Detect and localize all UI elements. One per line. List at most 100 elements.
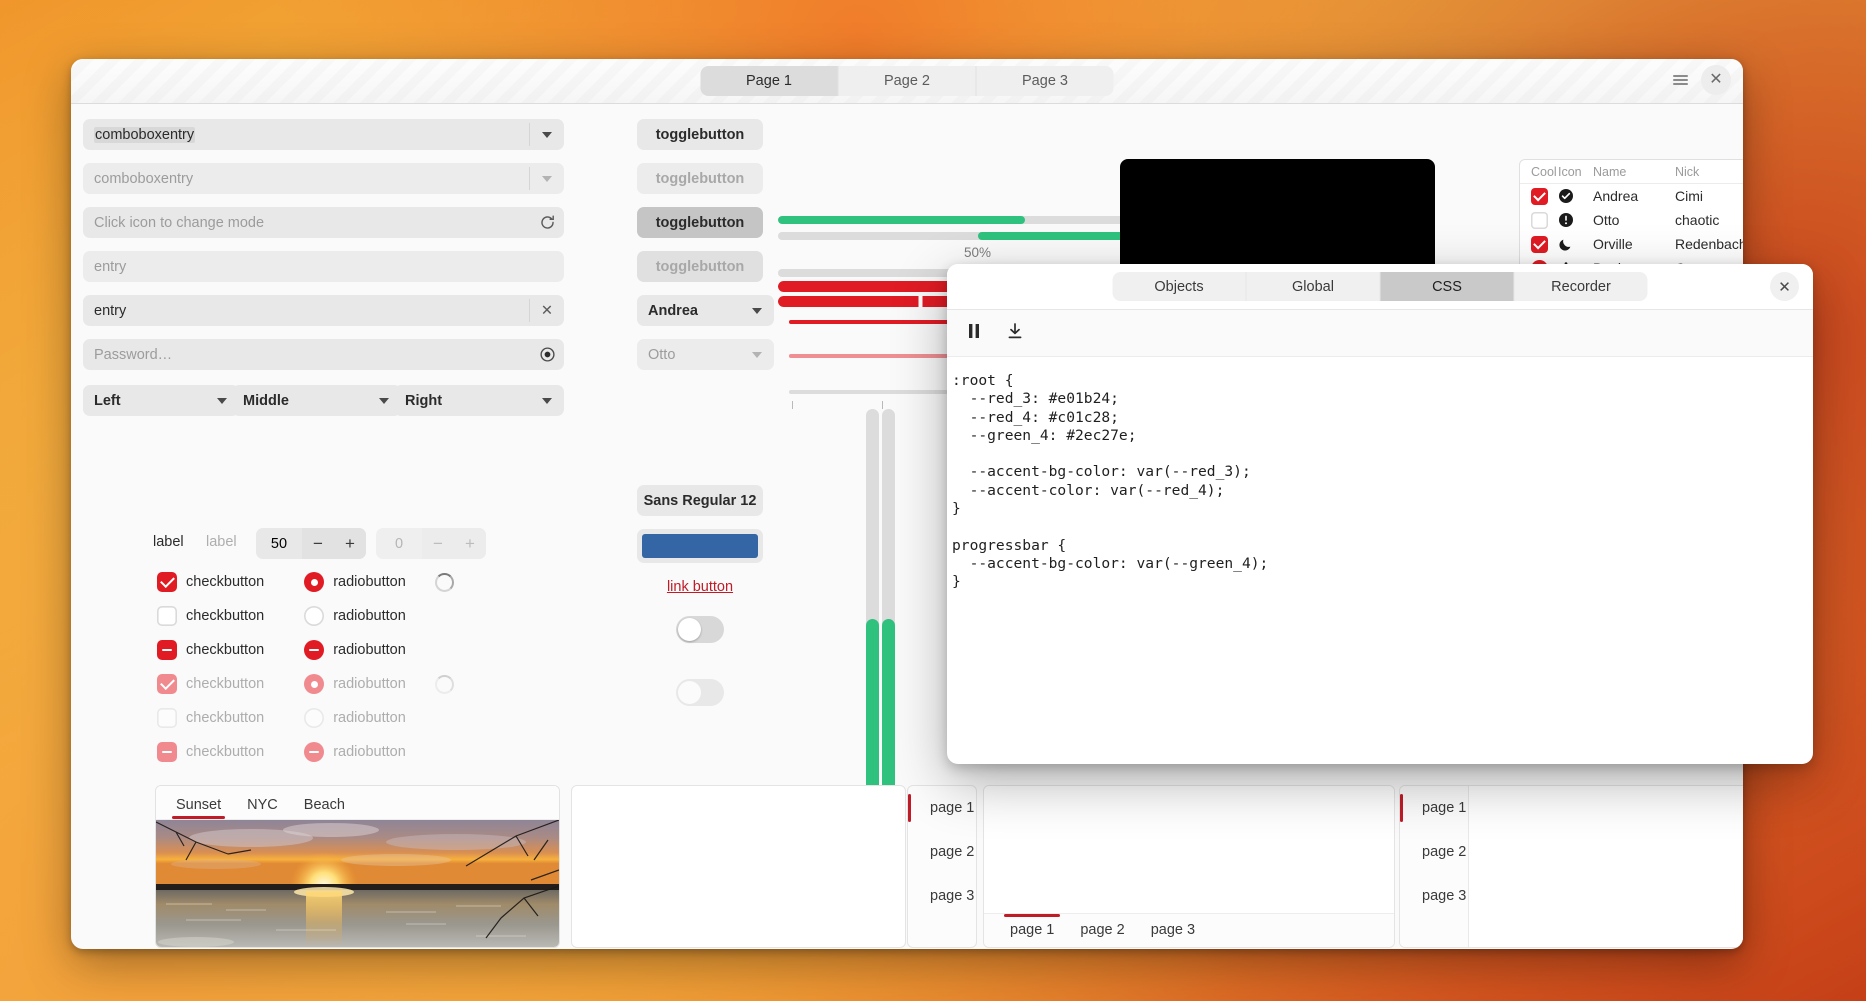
stack-switcher-page-2[interactable]: Page 2 [839, 66, 977, 96]
color-swatch [642, 534, 758, 558]
comboboxentry-2[interactable]: comboboxentry [83, 163, 564, 194]
row-checkbox[interactable] [1520, 187, 1558, 205]
chevron-down-icon[interactable] [530, 397, 564, 404]
tab-recorder[interactable]: Recorder [1515, 272, 1648, 301]
row-checkbox[interactable] [1520, 235, 1558, 253]
treeview-column-cool[interactable]: Cool [1520, 165, 1558, 179]
vertical-right-tab-page-1[interactable]: page 1 [1400, 786, 1468, 830]
bottom-tab-page-2[interactable]: page 2 [1080, 914, 1124, 938]
stack-switcher-page-1[interactable]: Page 1 [700, 66, 839, 96]
treeview-column-icon[interactable]: Icon [1558, 165, 1593, 179]
notebook-vertical-right: page 1 page 2 page 3 [1399, 785, 1743, 948]
font-button[interactable]: Sans Regular 12 [637, 485, 763, 516]
radiobutton-unchecked[interactable] [304, 606, 325, 626]
vertical-tab-page-3[interactable]: page 3 [908, 874, 976, 918]
hamburger-menu-icon[interactable] [1665, 65, 1695, 95]
togglebutton-3-active[interactable]: togglebutton [637, 207, 763, 238]
plain-entry-placeholder: entry [94, 258, 127, 275]
tab-objects[interactable]: Objects [1113, 272, 1247, 301]
radiobutton-label: radiobutton [333, 744, 406, 760]
checkbutton-checked-disabled [157, 674, 177, 694]
checkbutton-row-6-disabled: checkbutton radiobutton [157, 742, 406, 762]
row-nick: chaotic [1675, 212, 1720, 228]
mode-entry[interactable]: Click icon to change mode [83, 207, 564, 238]
notebook-vertical-left: page 1 page 2 page 3 [907, 785, 977, 948]
checkbutton-checked[interactable] [157, 572, 177, 592]
spinbutton-plus-button[interactable]: + [334, 528, 366, 559]
align-combo-right[interactable]: Right [394, 385, 564, 416]
bottom-tab-page-1[interactable]: page 1 [1003, 914, 1061, 938]
radiobutton-checked[interactable] [304, 572, 325, 592]
notebook-page-content [984, 786, 1394, 913]
password-entry[interactable]: Password… [83, 339, 564, 370]
close-icon[interactable]: ✕ [1770, 272, 1799, 301]
spinbutton-enabled[interactable]: 50 − + [256, 528, 366, 559]
chevron-down-icon [530, 175, 564, 182]
color-button[interactable] [637, 529, 763, 563]
switch-2-disabled [676, 679, 724, 706]
plain-entry[interactable]: entry [83, 251, 564, 282]
css-editor[interactable]: :root { --red_3: #e01b24; --red_4: #c01c… [947, 357, 1813, 592]
download-icon[interactable] [1006, 322, 1024, 345]
close-icon[interactable]: ✕ [1701, 65, 1731, 95]
comboboxentry-2-value: comboboxentry [94, 170, 194, 187]
checkbutton-label: checkbutton [186, 574, 265, 590]
tab-beach[interactable]: Beach [304, 797, 345, 819]
row-nick: Cimi [1675, 188, 1703, 204]
chevron-down-icon[interactable] [740, 307, 774, 314]
name-combo-2: Otto [637, 339, 774, 370]
password-entry-placeholder: Password… [94, 346, 173, 363]
vertical-right-tab-page-3[interactable]: page 3 [1400, 874, 1468, 918]
radiobutton-checked-disabled [304, 674, 325, 694]
treeview[interactable]: Cool Icon Name Nick Andrea Cimi Otto cha… [1519, 159, 1743, 281]
name-combo-2-value: Otto [648, 346, 676, 363]
tab-global[interactable]: Global [1247, 272, 1381, 301]
table-row[interactable]: Andrea Cimi [1520, 184, 1743, 208]
header-controls: ✕ [1665, 65, 1731, 95]
name-combo-1[interactable]: Andrea [637, 295, 774, 326]
switch-1[interactable] [676, 616, 724, 643]
inspector-tabs: Objects Global CSS Recorder [1112, 272, 1648, 301]
link-button[interactable]: link button [637, 578, 763, 596]
checkbutton-unchecked[interactable] [157, 606, 177, 626]
align-combo-left-value: Left [94, 392, 121, 409]
table-row[interactable]: Otto chaotic [1520, 208, 1743, 232]
refresh-icon[interactable] [530, 214, 564, 231]
treeview-column-nick[interactable]: Nick [1675, 165, 1743, 179]
row-checkbox[interactable] [1520, 211, 1558, 229]
stack-switcher: Page 1 Page 2 Page 3 [700, 66, 1114, 96]
spinbutton-minus-button[interactable]: − [302, 528, 334, 559]
vertical-progressbar-2 [882, 409, 895, 829]
clearable-entry[interactable]: entry ✕ [83, 295, 564, 326]
vertical-tab-page-2[interactable]: page 2 [908, 830, 976, 874]
togglebutton-1[interactable]: togglebutton [637, 119, 763, 150]
radiobutton-label: radiobutton [333, 676, 406, 692]
table-row[interactable]: Orville Redenbacher [1520, 232, 1743, 256]
clear-icon[interactable]: ✕ [530, 303, 564, 319]
exclamation-circle-icon [1558, 212, 1593, 228]
check-circle-icon [1558, 188, 1593, 204]
treeview-column-name[interactable]: Name [1593, 165, 1675, 179]
bottom-tab-page-3[interactable]: page 3 [1151, 914, 1195, 938]
tab-nyc[interactable]: NYC [247, 797, 278, 819]
tab-sunset[interactable]: Sunset [171, 797, 226, 819]
pause-icon[interactable] [966, 322, 982, 345]
row-name: Otto [1593, 212, 1620, 228]
comboboxentry-1[interactable]: comboboxentry [83, 119, 564, 150]
align-combo-middle[interactable]: Middle [232, 385, 401, 416]
chevron-down-icon[interactable] [530, 131, 564, 138]
spinbutton-enabled-value: 50 [270, 535, 288, 552]
vertical-tab-page-1[interactable]: page 1 [908, 786, 976, 830]
stack-switcher-page-3[interactable]: Page 3 [977, 66, 1114, 96]
tab-css[interactable]: CSS [1380, 272, 1515, 301]
checkbutton-indeterminate[interactable] [157, 640, 177, 660]
radiobutton-indeterminate[interactable] [304, 640, 325, 660]
eye-icon[interactable] [530, 346, 564, 363]
spinbutton-disabled: 0 − + [376, 528, 486, 559]
checkbutton-label: checkbutton [186, 642, 265, 658]
picture-frame: Sunset NYC Beach [155, 785, 560, 948]
vertical-right-tab-page-2[interactable]: page 2 [1400, 830, 1468, 874]
picture-tabs: Sunset NYC Beach [156, 786, 559, 820]
align-combo-left[interactable]: Left [83, 385, 239, 416]
notebook-vertical-right-content [1469, 786, 1743, 947]
